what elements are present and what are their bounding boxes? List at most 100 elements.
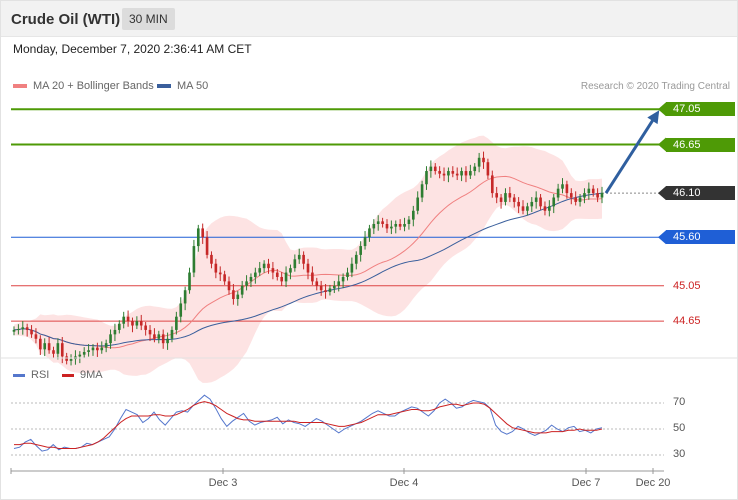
candle-body: [477, 157, 481, 167]
candle-body: [144, 325, 147, 330]
candle-body: [482, 157, 485, 163]
candle-body: [398, 224, 402, 227]
x-tick-label: Dec 7: [571, 477, 601, 489]
candle-body: [473, 166, 477, 172]
candle-body: [284, 272, 288, 282]
candle-body: [47, 343, 51, 351]
candle-body: [319, 285, 323, 291]
candle-body: [96, 347, 99, 351]
legend-9ma: 9MA: [62, 369, 103, 381]
candle-body: [131, 321, 134, 326]
candle-body: [17, 329, 20, 331]
candle-body: [104, 343, 108, 348]
ma9-swatch: [62, 373, 74, 377]
rsi-tick-30: 30: [673, 448, 686, 460]
candle-body: [87, 350, 90, 352]
candle-body: [302, 254, 305, 264]
candle-body: [245, 281, 248, 286]
candle-body: [556, 188, 560, 198]
candle-body: [227, 281, 231, 291]
candle-body: [113, 329, 117, 335]
level-label-45-60: 45.60: [666, 230, 735, 245]
candle-body: [455, 173, 459, 176]
candle-body: [407, 219, 411, 224]
candle-body: [148, 329, 152, 335]
candle-body: [350, 263, 354, 273]
candle-body: [139, 321, 143, 326]
rsi-swatch: [13, 373, 25, 377]
candle-body: [205, 237, 209, 255]
legend-9ma-label: 9MA: [80, 369, 103, 381]
x-tick-label: Dec 4: [389, 477, 419, 489]
candle-body: [587, 188, 591, 194]
candle-body: [583, 193, 586, 198]
candle-body: [433, 166, 437, 172]
candle-body: [258, 268, 262, 273]
candle-body: [333, 285, 336, 289]
candle-body: [43, 343, 47, 350]
candle-body: [214, 263, 218, 273]
candle-body: [218, 272, 222, 275]
rsi-panel-layer: [11, 394, 664, 456]
candle-body: [337, 281, 341, 286]
candle-body: [126, 316, 130, 322]
candle-body: [56, 343, 60, 354]
candle-body: [385, 224, 389, 229]
candle-body: [411, 210, 415, 220]
candle-body: [596, 193, 599, 198]
candle-body: [460, 171, 463, 176]
candle-body: [530, 201, 534, 207]
candle-body: [354, 254, 358, 264]
candle-body: [591, 188, 595, 194]
candle-body: [117, 323, 121, 330]
candle-body: [122, 316, 126, 324]
ma9-line: [14, 401, 603, 449]
candle-body: [469, 171, 472, 176]
candle-body: [526, 206, 529, 211]
time-axis-layer: [10, 468, 664, 474]
candle-body: [512, 197, 516, 202]
level-label-47-05: 47.05: [666, 102, 735, 117]
candle-body: [368, 228, 371, 238]
candle-body: [34, 334, 38, 339]
candle-body: [543, 206, 547, 211]
candle-body: [416, 197, 420, 211]
candle-body: [100, 347, 104, 351]
candle-body: [359, 246, 362, 255]
candle-body: [249, 276, 253, 282]
candle-body: [196, 228, 200, 247]
candle-body: [499, 197, 503, 202]
level-pointer-46-65: [658, 137, 666, 152]
level-label-46-10: 46.10: [666, 186, 735, 201]
level-pointer-46-10: [658, 186, 666, 201]
candle-body: [381, 221, 384, 224]
candle-body: [403, 224, 406, 227]
candle-body: [21, 327, 25, 330]
candle-body: [236, 294, 240, 300]
candle-body: [534, 197, 538, 202]
candle-body: [25, 327, 29, 330]
rsi-tick-70: 70: [673, 396, 686, 408]
candle-body: [91, 347, 95, 351]
candle-body: [183, 290, 187, 304]
candle-body: [65, 356, 68, 361]
candle-body: [425, 171, 428, 185]
candle-body: [346, 272, 349, 277]
legend-rsi: RSI: [13, 369, 49, 381]
candle-body: [521, 206, 525, 211]
level-label-46-65: 46.65: [666, 137, 735, 152]
candle-body: [508, 193, 512, 198]
candle-body: [170, 329, 174, 339]
candle-body: [60, 343, 64, 357]
candle-body: [363, 237, 367, 247]
candle-body: [12, 329, 16, 332]
candle-body: [254, 272, 257, 277]
candle-body: [297, 254, 301, 260]
candle-body: [267, 263, 270, 269]
candle-body: [561, 184, 564, 189]
candle-body: [30, 329, 33, 335]
candle-body: [486, 162, 490, 176]
candle-body: [280, 276, 283, 282]
candle-body: [372, 224, 376, 229]
candle-body: [166, 338, 169, 344]
